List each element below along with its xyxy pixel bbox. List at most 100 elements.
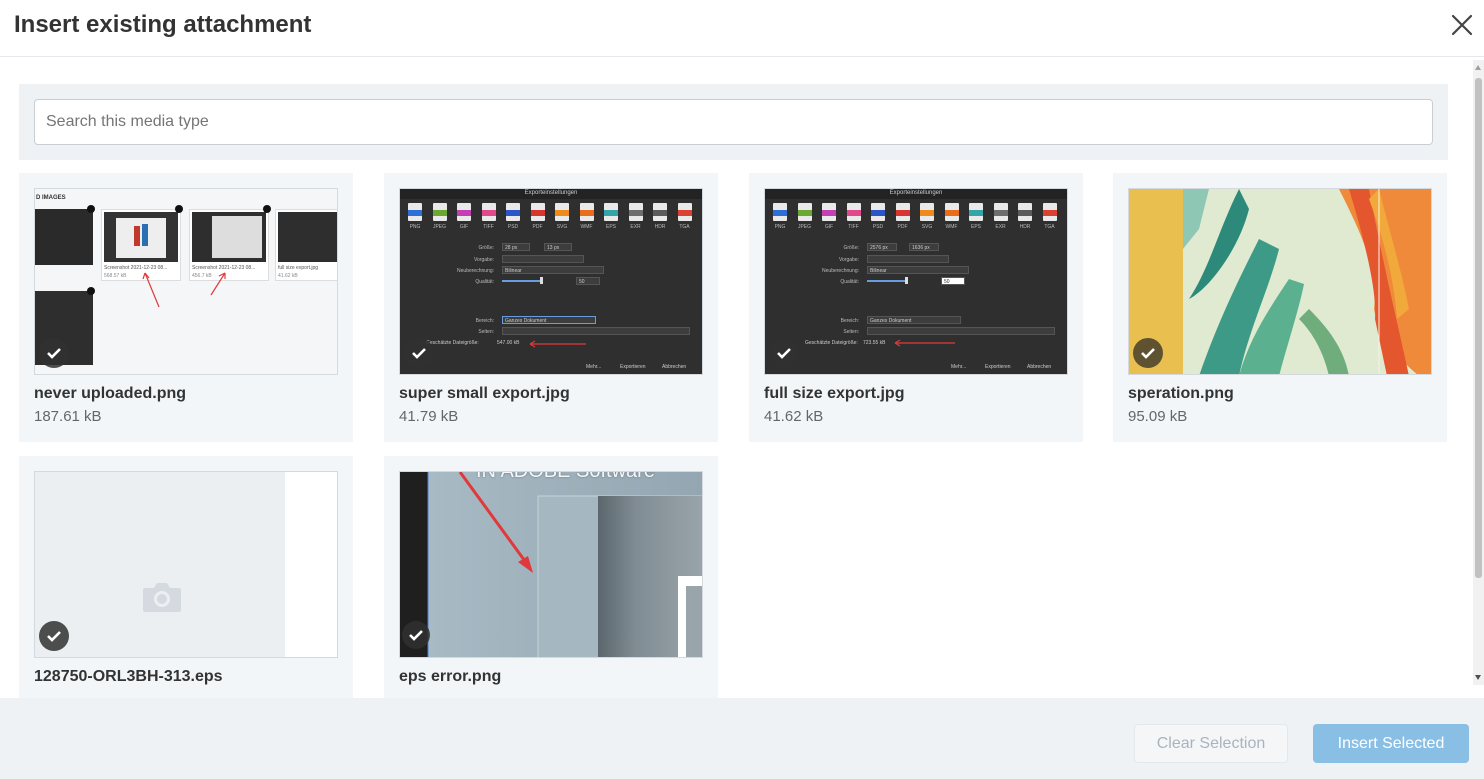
thumb-value: Bilinear [505, 268, 522, 274]
thumb-value: 547.00 kB [497, 340, 520, 346]
scrollbar-thumb[interactable] [1475, 78, 1482, 578]
format-label: PDF [897, 224, 908, 230]
format-file-icon [432, 203, 447, 221]
format-file-icon [628, 203, 643, 221]
attachment-name: eps error.png [399, 668, 502, 685]
format-label: TIFF [483, 224, 494, 230]
thumb-footer: Abbrechen [662, 364, 687, 370]
thumb-value: 2576 px [870, 245, 888, 251]
attachment-name: full size export.jpg [764, 385, 905, 402]
clear-selection-button[interactable]: Clear Selection [1134, 724, 1288, 763]
attachment-thumbnail [34, 471, 338, 658]
format-label: JPEG [432, 224, 447, 230]
format-file-icon [944, 203, 959, 221]
attachment-thumbnail: IN ADOBE Software [399, 471, 703, 658]
thumb-value: 50 [579, 279, 585, 285]
thumb-label: Vorgabe: [473, 257, 494, 263]
format-label: TGA [1044, 224, 1055, 230]
format-label: PNG [409, 224, 421, 230]
attachment-size: 95.09 kB [1128, 408, 1188, 425]
format-file-icon [457, 203, 471, 221]
format-file-icon [1042, 203, 1057, 221]
format-label: EXR [995, 224, 1006, 230]
thumb-label: Größe: [843, 245, 859, 251]
thumb-label: Bereich: [840, 318, 859, 324]
format-label: WMF [945, 224, 958, 230]
format-file-icon [920, 203, 934, 221]
format-label: WMF [580, 224, 593, 230]
attachment-name: never uploaded.png [34, 385, 187, 402]
attachment-size: 41.79 kB [399, 408, 459, 425]
format-file-icon [822, 203, 836, 221]
thumb-adobe-text: IN ADOBE Software [476, 471, 655, 482]
attachment-card[interactable]: IN ADOBE Software eps error.png [384, 456, 718, 698]
thumb-footer: Mehr... [586, 364, 602, 370]
thumb-label: Qualität: [475, 279, 494, 285]
format-file-icon [993, 203, 1008, 221]
format-file-icon [895, 203, 910, 221]
thumb-value: 1636 px [912, 245, 930, 251]
thumb-value: 13 px [547, 245, 560, 251]
thumb-botanical-image [1129, 189, 1431, 374]
thumb-label: Bereich: [475, 318, 494, 324]
dialog-title: Insert existing attachment [14, 11, 312, 38]
attachment-thumbnail: Exporteinstellungen Größe: 28 px 13 px V… [399, 188, 703, 375]
format-label: EXR [630, 224, 641, 230]
insert-selected-button[interactable]: Insert Selected [1313, 724, 1469, 763]
thumb-value: Ganzes Dokument [870, 318, 912, 324]
format-file-icon [846, 203, 861, 221]
thumb-label: Neuberechnung: [457, 268, 494, 274]
format-file-icon [579, 203, 594, 221]
scroll-up-arrow-icon[interactable] [1475, 65, 1481, 70]
format-file-icon [969, 203, 983, 221]
format-label: PDF [532, 224, 543, 230]
thumb-dialog-title: Exporteinstellungen [889, 190, 943, 196]
attachment-card[interactable]: speration.png 95.09 kB [1113, 173, 1447, 442]
attachment-card[interactable]: Exporteinstellungen Größe: 2576 px 1636 … [749, 173, 1083, 442]
format-file-icon [1018, 203, 1032, 221]
format-label: HDR [654, 224, 666, 230]
format-file-icon [506, 203, 520, 221]
format-file-icon [408, 203, 422, 221]
selected-check-icon [769, 338, 799, 368]
attachment-card[interactable]: Exporteinstellungen Größe: 28 px 13 px V… [384, 173, 718, 442]
selected-check-icon [404, 338, 434, 368]
format-label: JPEG [797, 224, 812, 230]
attachment-name: speration.png [1128, 385, 1234, 402]
thumb-label: Qualität: [840, 279, 859, 285]
attachment-name: super small export.jpg [399, 385, 570, 402]
dialog-body: D IMAGES Screenshot 2021-12-23 08... 568… [0, 57, 1484, 698]
scrollbar[interactable] [1473, 60, 1484, 685]
insert-attachment-dialog: Insert existing attachment D IMAGES [0, 0, 1484, 779]
thumb-label: Größe: [478, 245, 494, 251]
format-label: GIF [824, 224, 834, 230]
thumb-value: 28 px [505, 245, 518, 251]
thumb-label: Seiten: [843, 329, 859, 335]
attachment-card[interactable]: D IMAGES Screenshot 2021-12-23 08... 568… [19, 173, 353, 442]
scroll-down-arrow-icon[interactable] [1475, 675, 1481, 680]
attachment-size: 41.62 kB [764, 408, 824, 425]
camera-placeholder-icon [143, 583, 181, 612]
thumb-dialog-title: Exporteinstellungen [524, 190, 578, 196]
thumb-footer: Mehr... [951, 364, 967, 370]
format-label: EPS [970, 224, 981, 230]
thumb-label: Seiten: [478, 329, 494, 335]
thumb-footer: Exportieren [620, 364, 646, 370]
format-file-icon [797, 203, 812, 221]
selected-check-icon [402, 621, 430, 649]
attachment-card[interactable]: 128750-ORL3BH-313.eps [19, 456, 353, 698]
thumb-value: Ganzes Dokument [505, 318, 547, 324]
format-label: PSD [872, 224, 884, 230]
format-label: PNG [774, 224, 786, 230]
format-file-icon [604, 203, 618, 221]
format-file-icon [677, 203, 692, 221]
format-file-icon [871, 203, 885, 221]
format-file-icon [530, 203, 545, 221]
attachment-thumbnail: Exporteinstellungen Größe: 2576 px 1636 … [764, 188, 1068, 375]
thumb-label: Neuberechnung: [822, 268, 859, 274]
search-input[interactable] [34, 99, 1433, 145]
thumb-export-dialog-small: Exporteinstellungen Größe: 28 px 13 px V… [400, 189, 702, 374]
close-button[interactable] [1448, 11, 1476, 39]
format-label: TGA [679, 224, 690, 230]
selected-check-icon [1133, 338, 1163, 368]
